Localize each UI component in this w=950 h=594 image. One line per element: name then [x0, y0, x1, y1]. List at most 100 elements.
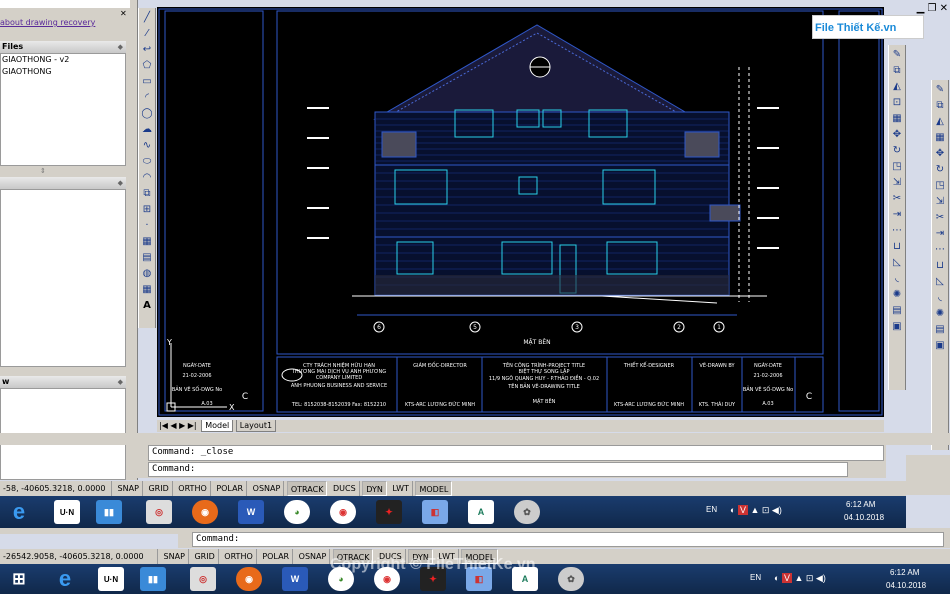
files-header[interactable]: Files ◆: [0, 41, 126, 53]
point-icon[interactable]: ·: [140, 218, 154, 232]
clock-time[interactable]: 6:12 AM: [846, 500, 875, 509]
file-explorer-icon[interactable]: ▮▮: [96, 500, 122, 524]
firefox-icon[interactable]: ◉: [192, 500, 218, 524]
model-toggle[interactable]: MODEL: [415, 481, 453, 496]
osnap-toggle[interactable]: OSNAP: [296, 549, 331, 564]
firefox-icon[interactable]: ◉: [236, 567, 262, 591]
clock-time[interactable]: 6:12 AM: [890, 568, 919, 577]
windows-start-icon[interactable]: ⊞: [6, 567, 32, 591]
stretch-icon[interactable]: ⇲: [890, 175, 904, 189]
word-icon[interactable]: W: [282, 567, 308, 591]
construction-line-icon[interactable]: ⁄: [140, 26, 154, 40]
snap-toggle[interactable]: SNAP: [115, 481, 143, 496]
polar-toggle[interactable]: POLAR: [213, 481, 248, 496]
command-input[interactable]: Command:: [148, 462, 848, 477]
file-item[interactable]: GIAOTHONG - v2: [1, 54, 125, 66]
tab-layout1[interactable]: Layout1: [235, 420, 277, 432]
ie-icon[interactable]: e: [52, 566, 78, 591]
mirror-icon[interactable]: ◭: [933, 114, 947, 128]
app3-icon[interactable]: ◧: [422, 500, 448, 524]
rectangle-icon[interactable]: ▭: [140, 74, 154, 88]
tab-nav-icon[interactable]: |◀ ◀ ▶ ▶|: [157, 421, 199, 430]
app2-icon[interactable]: ◕: [284, 500, 310, 524]
ellipse-icon[interactable]: ⬭: [140, 154, 154, 168]
join-icon[interactable]: ⊔: [933, 258, 947, 272]
chrome-icon[interactable]: ◉: [330, 500, 356, 524]
gradient-icon[interactable]: ▤: [140, 250, 154, 264]
grid-toggle[interactable]: GRID: [145, 481, 173, 496]
ie-icon[interactable]: e: [6, 499, 32, 524]
array-icon[interactable]: ▦: [933, 130, 947, 144]
join-icon[interactable]: ⊔: [890, 239, 904, 253]
revision-cloud-icon[interactable]: ☁: [140, 122, 154, 136]
app-icon[interactable]: ◎: [190, 567, 216, 591]
details-header[interactable]: ◆: [0, 177, 126, 189]
extend-icon[interactable]: ⇥: [890, 207, 904, 221]
break-icon[interactable]: ⋯: [933, 242, 947, 256]
offset-icon[interactable]: ⊡: [890, 95, 904, 109]
rotate-icon[interactable]: ↻: [933, 162, 947, 176]
arc-icon[interactable]: ◜: [140, 90, 154, 104]
explode-icon[interactable]: ✺: [933, 306, 947, 320]
autocad-icon[interactable]: A: [468, 500, 494, 524]
language-indicator[interactable]: EN: [750, 573, 761, 582]
tab-model[interactable]: Model: [201, 420, 234, 432]
rotate-icon[interactable]: ↻: [890, 143, 904, 157]
break-icon[interactable]: ⋯: [890, 223, 904, 237]
ortho-toggle[interactable]: ORTHO: [175, 481, 211, 496]
language-indicator[interactable]: EN: [706, 505, 717, 514]
clock-date[interactable]: 04.10.2018: [886, 581, 926, 590]
polar-toggle[interactable]: POLAR: [259, 549, 294, 564]
table-icon[interactable]: ▦: [140, 282, 154, 296]
ortho-toggle[interactable]: ORTHO: [221, 549, 257, 564]
extend-icon[interactable]: ⇥: [933, 226, 947, 240]
ducs-toggle[interactable]: DUCS: [330, 481, 360, 496]
dyn-toggle[interactable]: DYN: [362, 481, 387, 496]
layer-icon[interactable]: ▤: [890, 303, 904, 317]
window-controls[interactable]: ▁ ❐ ✕: [868, 3, 948, 14]
osnap-toggle[interactable]: OSNAP: [250, 481, 285, 496]
grid-toggle[interactable]: GRID: [191, 549, 219, 564]
snap-toggle[interactable]: SNAP: [161, 549, 189, 564]
polyline-icon[interactable]: ↩: [140, 42, 154, 56]
copy-icon[interactable]: ⧉: [933, 98, 947, 112]
paint-icon[interactable]: ✿: [558, 567, 584, 591]
drawing-recovery-link[interactable]: about drawing recovery: [0, 18, 95, 27]
hatch-icon[interactable]: ▦: [140, 234, 154, 248]
line-icon[interactable]: ╱: [140, 10, 154, 24]
explode-icon[interactable]: ✺: [890, 287, 904, 301]
tray-icons[interactable]: ◐ V ▲ ⊡ ◀): [730, 505, 782, 516]
preview-header[interactable]: w ◆: [0, 376, 126, 388]
ellipse-arc-icon[interactable]: ◠: [140, 170, 154, 184]
otrack-toggle[interactable]: OTRACK: [286, 481, 328, 496]
chamfer-icon[interactable]: ◺: [890, 255, 904, 269]
close-icon[interactable]: ✕: [120, 9, 127, 18]
spline-icon[interactable]: ∿: [140, 138, 154, 152]
erase-icon[interactable]: ✎: [890, 47, 904, 61]
array-icon[interactable]: ▦: [890, 111, 904, 125]
unikey-icon[interactable]: U·N: [98, 567, 124, 591]
scale-icon[interactable]: ◳: [933, 178, 947, 192]
unikey-icon[interactable]: U·N: [54, 500, 80, 524]
region-icon[interactable]: ◍: [140, 266, 154, 280]
file-explorer-icon[interactable]: ▮▮: [140, 567, 166, 591]
mirror-icon[interactable]: ◭: [890, 79, 904, 93]
polygon-icon[interactable]: ⬠: [140, 58, 154, 72]
copy-icon[interactable]: ⧉: [890, 63, 904, 77]
chamfer-icon[interactable]: ◺: [933, 274, 947, 288]
move-icon[interactable]: ✥: [933, 146, 947, 160]
file-item[interactable]: GIAOTHONG: [1, 66, 125, 78]
drawing-canvas[interactable]: 6 5 3 2 1 MẶT BÊN CTY TRÁCH NHIỆM HỮU HẠ…: [157, 7, 884, 417]
stretch-icon[interactable]: ⇲: [933, 194, 947, 208]
mtext-icon[interactable]: A: [140, 298, 154, 312]
make-block-icon[interactable]: ⊞: [140, 202, 154, 216]
fillet-icon[interactable]: ◟: [933, 290, 947, 304]
circle-icon[interactable]: ◯: [140, 106, 154, 120]
app-icon[interactable]: ◎: [146, 500, 172, 524]
fillet-icon[interactable]: ◟: [890, 271, 904, 285]
word-icon[interactable]: W: [238, 500, 264, 524]
move-icon[interactable]: ✥: [890, 127, 904, 141]
erase-icon[interactable]: ✎: [933, 82, 947, 96]
insert-block-icon[interactable]: ⧉: [140, 186, 154, 200]
garena-icon[interactable]: ✦: [376, 500, 402, 524]
